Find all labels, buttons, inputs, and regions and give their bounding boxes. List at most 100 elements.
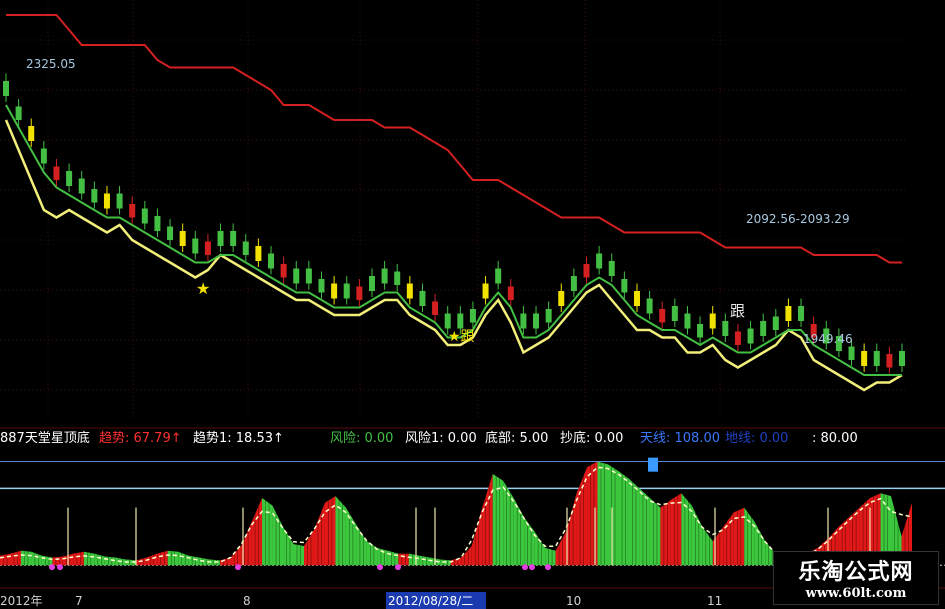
candle-body — [596, 253, 603, 269]
candle-body — [394, 271, 401, 285]
trend-area-segment — [377, 547, 388, 566]
candle-body — [722, 321, 729, 336]
candle-body — [318, 279, 325, 293]
top-marker — [648, 457, 658, 472]
candle-body — [772, 316, 779, 330]
star-follow-annotation: ★跟 — [448, 329, 475, 345]
trend-area-segment — [157, 550, 168, 566]
candle-body — [179, 231, 186, 246]
trend-area-segment — [167, 550, 179, 566]
trend-area-segment — [356, 524, 367, 566]
price-low-label: 1949.46 — [803, 332, 853, 346]
trend-area-segment — [304, 528, 315, 566]
trend-area-segment — [73, 551, 84, 566]
candle-body — [507, 286, 514, 300]
trend-area-segment — [293, 544, 304, 566]
candle-body — [861, 351, 868, 366]
axis-tick-label: 2012年 — [0, 594, 43, 608]
candle-body — [204, 241, 211, 255]
indicator-header-item: 风险1: 0.00 — [405, 431, 477, 446]
price-high-label: 2325.05 — [26, 57, 76, 71]
candle-body — [444, 313, 451, 329]
candle-body — [268, 253, 275, 269]
candle-body — [482, 283, 489, 299]
trend-area-segment — [660, 499, 671, 566]
trend-area-segment — [41, 555, 53, 566]
trend-area-segment — [419, 555, 430, 566]
trend-area-segment — [94, 553, 105, 566]
axis-tick-label: 8 — [243, 594, 251, 608]
trend-area-segment — [618, 471, 629, 566]
candle-body — [331, 283, 338, 299]
candle-body — [734, 331, 741, 345]
follow-annotation: 跟 — [730, 302, 745, 320]
trend-area-segment — [639, 488, 650, 566]
axis-tick-label: 7 — [75, 594, 83, 608]
candle-body — [709, 313, 716, 329]
watermark-logo: 乐淘公式网 www.60lt.com — [773, 551, 939, 605]
indicator-header-item: 887天堂星顶底 — [0, 430, 90, 446]
candle-body — [520, 313, 527, 329]
trend-area-segment — [387, 550, 399, 566]
trend-area-segment — [492, 474, 504, 566]
candle-body — [684, 313, 691, 329]
candle-body — [646, 298, 653, 314]
trend-area-segment — [0, 553, 11, 566]
bottom-marker — [49, 564, 55, 571]
price-range-label: 2092.56-2093.29 — [746, 212, 850, 226]
trend-area-segment — [754, 522, 766, 566]
candle-body — [15, 106, 22, 120]
trend-area-segment — [10, 550, 21, 566]
candle-body — [432, 301, 439, 315]
watermark-title: 乐淘公式网 — [798, 560, 914, 585]
trend-area-segment — [524, 517, 535, 566]
candle-body — [116, 193, 123, 209]
trend-area-segment — [178, 551, 189, 566]
candle-body — [167, 226, 174, 240]
candle-body — [621, 279, 628, 293]
trend-area-segment — [597, 461, 608, 566]
trend-area-segment — [335, 496, 346, 566]
trend1-line — [0, 466, 913, 563]
bottom-marker — [522, 564, 528, 571]
trend-area-segment — [262, 498, 273, 566]
candle-body — [343, 283, 350, 299]
candle-body — [129, 204, 136, 218]
candle-body — [495, 268, 502, 284]
axis-tick-label: 2012/08/28/二 — [388, 594, 473, 608]
candle-body — [242, 241, 249, 255]
candle-body — [419, 291, 426, 306]
trend-area-segment — [566, 493, 577, 566]
trend-area-segment — [251, 498, 263, 566]
candle-body — [305, 268, 312, 284]
candle-body — [154, 216, 161, 231]
trend-area-segment — [702, 526, 713, 566]
indicator-header-item: : 80.00 — [812, 431, 858, 446]
candle-body — [747, 328, 754, 344]
trend-area-segment — [628, 478, 640, 566]
candle-body — [406, 283, 413, 299]
trend-area-segment — [31, 551, 42, 566]
candle-body — [469, 309, 476, 323]
candle-body — [608, 261, 615, 276]
indicator-header-item: 底部: 5.00 — [485, 430, 548, 446]
candle-body — [368, 276, 375, 291]
chart-grid — [0, 0, 908, 420]
candle-body — [293, 268, 300, 284]
candle-body — [583, 264, 590, 278]
bottom-marker — [57, 564, 63, 571]
candle-body — [255, 246, 262, 261]
indicator-header: 887天堂星顶底 趋势: 67.79↑ 趋势1: 18.53↑ 风险: 0.00 风险1… — [0, 427, 945, 446]
trend-area-segment — [230, 546, 242, 566]
indicator-header-item: 天线: 108.00 — [640, 431, 720, 446]
trend-area-segment — [587, 461, 598, 566]
candle-body — [78, 178, 85, 194]
candle-body — [192, 238, 199, 254]
candle-body — [633, 291, 640, 306]
candle-body — [457, 313, 464, 329]
axis-tick-label: 10 — [566, 594, 581, 608]
trend-area-segment — [20, 550, 32, 566]
trend-area-segment — [545, 547, 556, 566]
candle-body — [873, 351, 880, 366]
candle-body — [53, 166, 60, 180]
